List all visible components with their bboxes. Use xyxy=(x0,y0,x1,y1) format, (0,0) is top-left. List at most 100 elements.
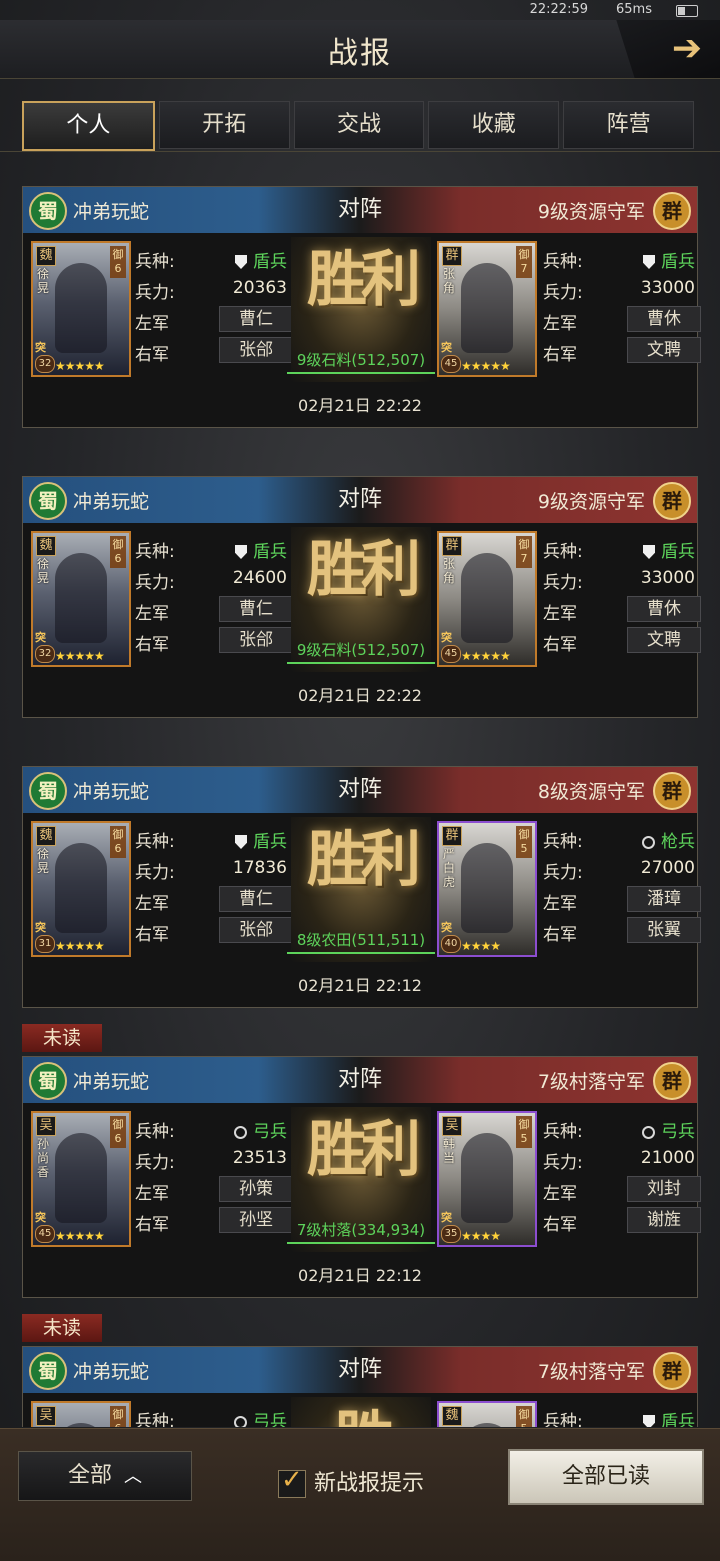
left-army-label: 左军 xyxy=(135,1184,169,1204)
breakthrough-icon: 突 xyxy=(441,921,452,934)
tab-favorites[interactable]: 收藏 xyxy=(428,101,560,149)
right-general[interactable]: 张郃 xyxy=(219,337,293,363)
filter-button[interactable]: 全部 ︿ xyxy=(18,1451,192,1501)
right-army-row: 右军 张翼 xyxy=(543,914,703,945)
hero-figure-image xyxy=(461,263,513,353)
left-army-label: 左军 xyxy=(543,314,577,334)
troop-count-label: 兵力: xyxy=(543,1153,583,1173)
left-general[interactable]: 刘封 xyxy=(627,1176,701,1202)
shield-icon xyxy=(643,1415,655,1427)
player-hero-portrait[interactable]: 魏 御6 徐晃突 32 ★★★★★ xyxy=(31,531,131,667)
enemy-stats: 兵种: 盾兵 兵力: 33000 左军 曹休 右军 文聘 xyxy=(543,241,703,365)
troop-count-value: 20363 xyxy=(232,278,287,298)
right-general[interactable]: 张翼 xyxy=(627,917,701,943)
troop-count-label: 兵力: xyxy=(543,573,583,593)
left-army-row: 左军 孙策 xyxy=(135,1173,295,1204)
player-stats: 兵种:弓兵兵力:左军右军 xyxy=(135,1401,295,1427)
troop-type-label: 兵种: xyxy=(543,252,583,272)
left-general[interactable]: 潘璋 xyxy=(627,886,701,912)
tab-expansion[interactable]: 开拓 xyxy=(158,101,290,149)
battle-location-link[interactable]: 9级石料(512,507) xyxy=(287,639,435,664)
battle-location-link[interactable]: 8级农田(511,511) xyxy=(287,929,435,954)
battle-report-card[interactable]: 蜀冲弟玩蛇 对阵 9级资源守军群魏御6 徐晃突 32 ★★★★★ 兵种: 盾兵 兵力: 24600… xyxy=(22,476,701,718)
enemy-faction-badge: 群 xyxy=(653,192,691,230)
bow-icon xyxy=(642,1125,655,1139)
troop-type-row: 兵种: 盾兵 xyxy=(543,531,703,562)
left-general[interactable]: 曹仁 xyxy=(219,306,293,332)
troop-type-text: 盾兵 xyxy=(253,832,287,852)
enemy-hero-portrait[interactable]: 群 御7 张角突 45 ★★★★★ xyxy=(437,531,537,667)
left-army-row: 左军 曹仁 xyxy=(135,303,295,334)
battle-location-link[interactable]: 7级村落(334,934) xyxy=(287,1219,435,1244)
hero-name: 徐晃 xyxy=(37,847,50,875)
enemy-name: 9级资源守军 xyxy=(537,201,645,223)
battle-location-link[interactable]: 9级石料(512,507) xyxy=(287,349,435,374)
left-general[interactable]: 曹休 xyxy=(627,306,701,332)
tab-combat[interactable]: 交战 xyxy=(293,101,425,149)
enemy-hero-portrait[interactable]: 吴 御5 韩当突 35 ★★★★ xyxy=(437,1111,537,1247)
right-general[interactable]: 文聘 xyxy=(627,627,701,653)
troop-type-text: 盾兵 xyxy=(661,252,695,272)
right-general[interactable]: 张郃 xyxy=(219,627,293,653)
tab-faction[interactable]: 阵营 xyxy=(563,101,694,149)
player-stats: 兵种: 盾兵 兵力: 17836 左军 曹仁 右军 张郃 xyxy=(135,821,295,945)
player-hero-portrait[interactable]: 吴 御6 孙尚香突 45 ★★★★★ xyxy=(31,1111,131,1247)
battle-report-card[interactable]: 蜀冲弟玩蛇 对阵 7级村落守军群吴御6 孙尚香突 45 ★★★★★ 兵种: 弓兵 兵力: 2351… xyxy=(22,1056,701,1298)
hero-name: 孙尚香 xyxy=(37,1137,50,1179)
player-hero-portrait[interactable]: 魏 御6 徐晃突 32 ★★★★★ xyxy=(31,241,131,377)
read-all-button[interactable]: 全部已读 xyxy=(508,1449,704,1505)
enemy-hero-portrait[interactable]: 群 御5 严白虎突 40 ★★★★ xyxy=(437,821,537,957)
troop-count-label: 兵力: xyxy=(543,863,583,883)
report-list[interactable]: 蜀冲弟玩蛇 对阵 9级资源守军群魏御6 徐晃突 32 ★★★★★ 兵种: 盾兵 兵力: 20363… xyxy=(0,152,720,1427)
enemy-hero-portrait[interactable]: 魏御5突 xyxy=(437,1401,537,1427)
right-general[interactable]: 张郃 xyxy=(219,917,293,943)
left-general[interactable]: 曹仁 xyxy=(219,886,293,912)
hero-figure-image xyxy=(461,843,513,933)
troop-type-value: 弓兵 xyxy=(234,1407,287,1427)
right-army-row: 右军 文聘 xyxy=(543,334,703,365)
troop-type-text: 弓兵 xyxy=(253,1412,287,1427)
title-bar: 战报 ➔ xyxy=(0,20,720,79)
troop-count-row: 兵力: 33000 xyxy=(543,272,703,303)
left-general[interactable]: 孙策 xyxy=(219,1176,293,1202)
player-hero-portrait[interactable]: 吴御6突 xyxy=(31,1401,131,1427)
battle-report-card[interactable]: 蜀冲弟玩蛇 对阵 9级资源守军群魏御6 徐晃突 32 ★★★★★ 兵种: 盾兵 兵力: 20363… xyxy=(22,186,701,428)
troop-type-row: 兵种: 弓兵 xyxy=(135,1401,295,1427)
battle-report-card[interactable]: 蜀冲弟玩蛇 对阵 8级资源守军群魏御6 徐晃突 31 ★★★★★ 兵种: 盾兵 兵力: 17836… xyxy=(22,766,701,1008)
right-general[interactable]: 文聘 xyxy=(627,337,701,363)
right-general[interactable]: 孙坚 xyxy=(219,1207,293,1233)
left-general[interactable]: 曹休 xyxy=(627,596,701,622)
troop-count-value: 21000 xyxy=(640,1148,695,1168)
hero-rank-badge: 御6 xyxy=(110,826,126,858)
tab-personal[interactable]: 个人 xyxy=(22,101,155,151)
troop-count-label: 兵力: xyxy=(135,1153,175,1173)
troop-type-row: 兵种: 弓兵 xyxy=(543,1111,703,1142)
troop-type-label: 兵种: xyxy=(135,252,175,272)
battle-report-card[interactable]: 蜀冲弟玩蛇对阵7级村落守军群吴御6突兵种:弓兵兵力:左军右军胜魏御5突兵种:盾兵… xyxy=(22,1346,698,1427)
troop-count-row: 兵力: 27000 xyxy=(543,852,703,883)
notify-checkbox[interactable]: ✓ xyxy=(278,1465,306,1498)
troop-type-value: 弓兵 xyxy=(234,1117,287,1142)
hero-camp-badge: 吴 xyxy=(36,1116,56,1136)
bottom-bar: 全部 ︿ ✓ 新战报提示 全部已读 xyxy=(0,1428,720,1561)
left-general[interactable]: 曹仁 xyxy=(219,596,293,622)
victory-text: 胜利 xyxy=(307,245,421,315)
hero-camp-badge: 吴 xyxy=(442,1116,462,1136)
hero-level: 40 xyxy=(441,935,461,953)
troop-type-text: 弓兵 xyxy=(253,1122,287,1142)
hero-rank-badge: 御5 xyxy=(516,826,532,858)
troop-type-label: 兵种: xyxy=(135,1122,175,1142)
page-title: 战报 xyxy=(328,36,392,71)
left-army-label: 左军 xyxy=(543,1184,577,1204)
right-general[interactable]: 谢旌 xyxy=(627,1207,701,1233)
new-report-notify-toggle[interactable]: ✓ 新战报提示 xyxy=(278,1465,424,1499)
hero-level: 45 xyxy=(441,645,461,663)
hero-level: 45 xyxy=(441,355,461,373)
status-bar: 22:22:59 65ms xyxy=(0,0,720,20)
hero-stars: ★★★★★ xyxy=(55,649,105,663)
hero-figure-image xyxy=(55,843,107,933)
enemy-hero-portrait[interactable]: 群 御7 张角突 45 ★★★★★ xyxy=(437,241,537,377)
hero-figure-image xyxy=(461,1423,513,1427)
player-hero-portrait[interactable]: 魏 御6 徐晃突 31 ★★★★★ xyxy=(31,821,131,957)
enemy-faction-badge: 群 xyxy=(653,1062,691,1100)
